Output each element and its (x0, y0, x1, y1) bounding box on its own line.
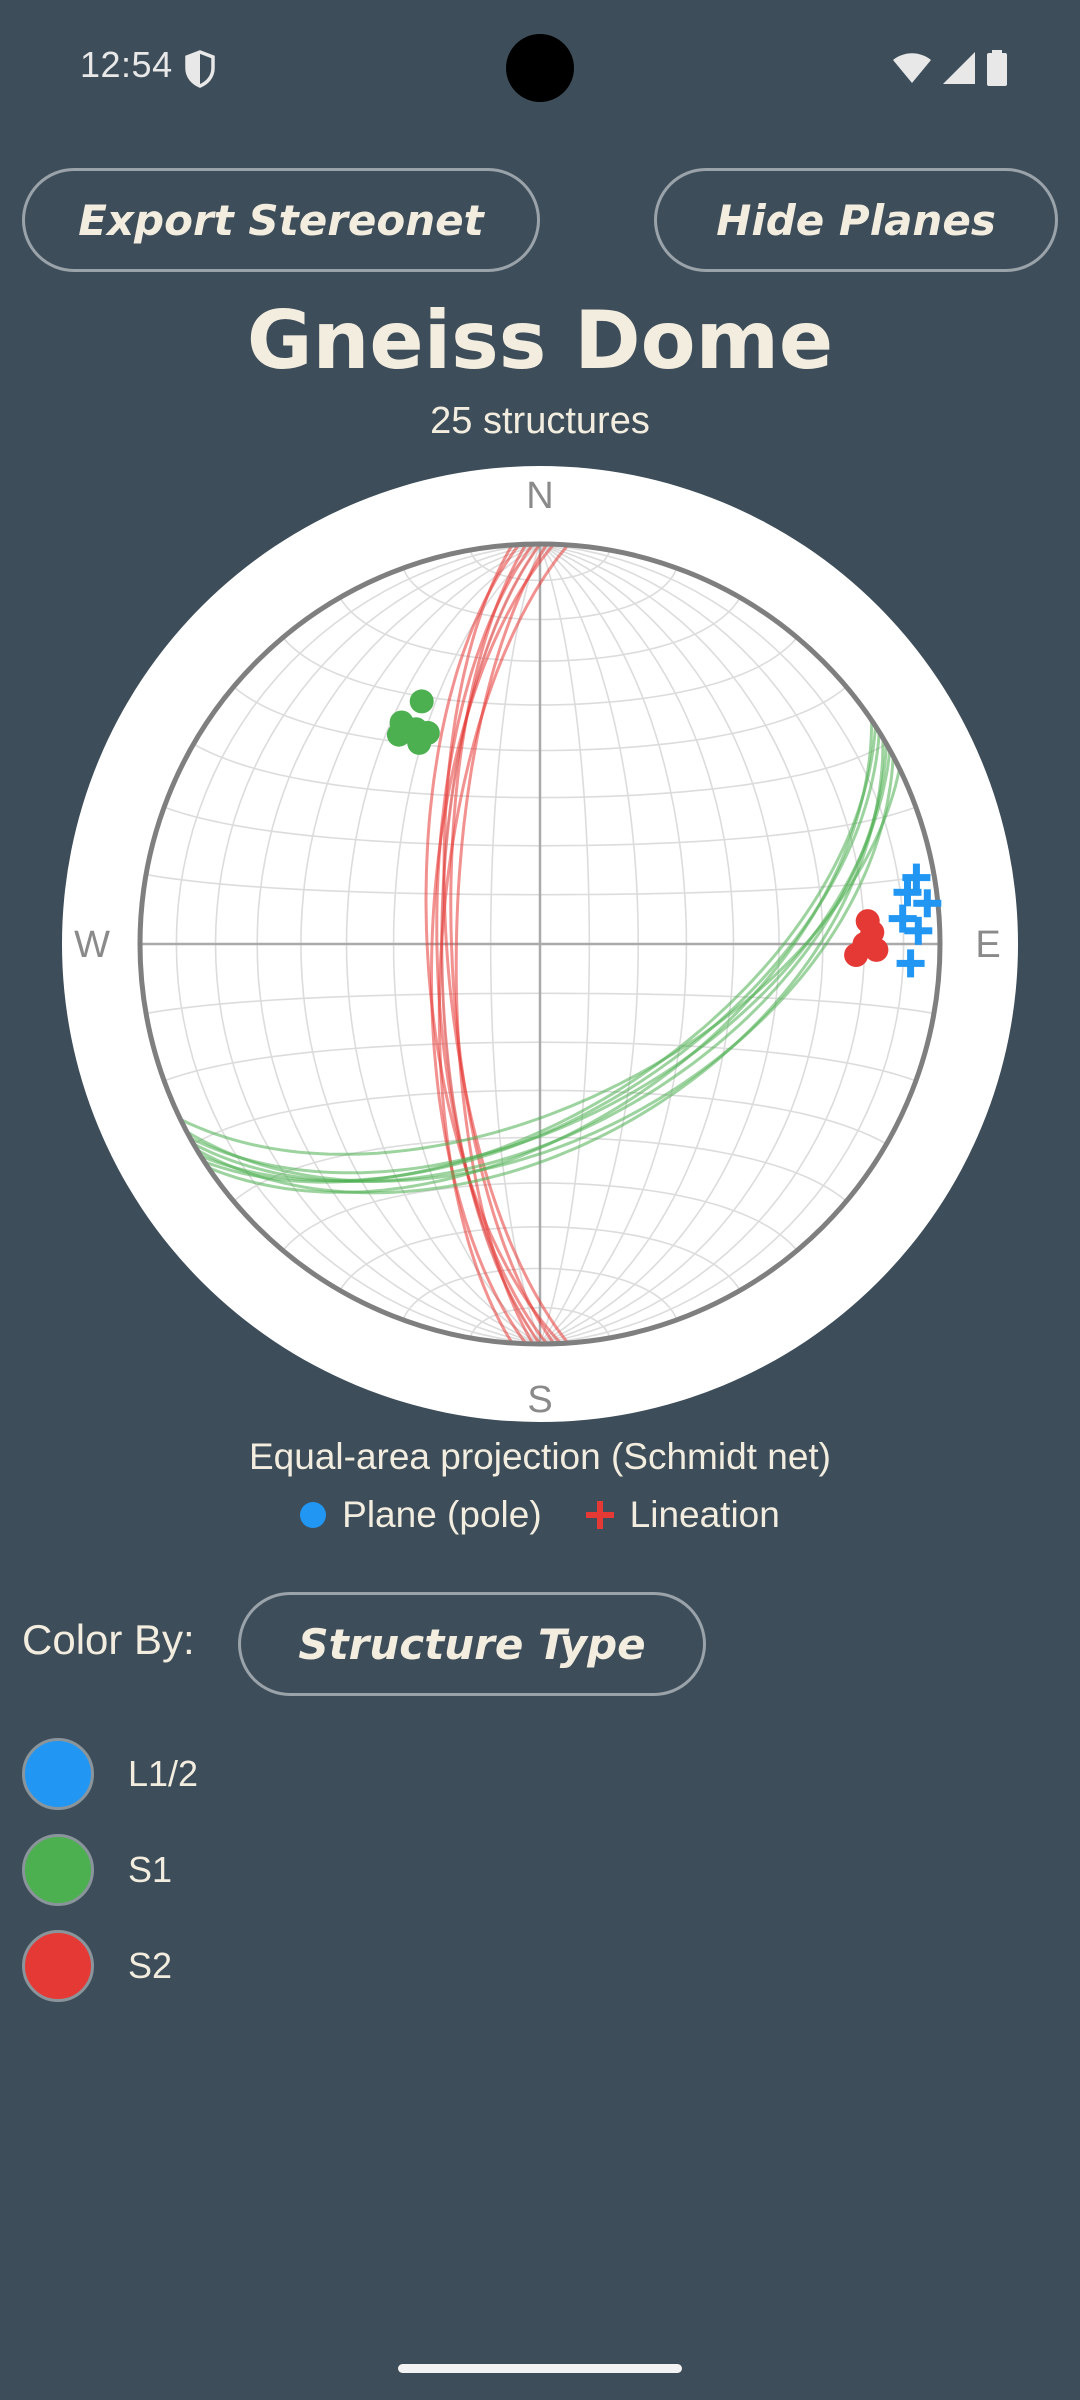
class-label: S1 (128, 1849, 173, 1890)
compass-north: N (526, 475, 553, 517)
s1-pole (407, 730, 432, 755)
class-label: L1/2 (128, 1753, 199, 1794)
export-stereonet-button[interactable]: Export Stereonet (22, 168, 540, 272)
color-swatch[interactable] (22, 1834, 94, 1906)
shield-icon (185, 50, 215, 88)
class-row-s2[interactable]: S2 (22, 1930, 198, 2002)
compass-east: E (975, 924, 1000, 966)
color-swatch[interactable] (22, 1738, 94, 1810)
status-bar: 12:54 (0, 0, 1080, 136)
s2-pole (855, 909, 880, 934)
s2-pole (864, 937, 889, 962)
compass-west: W (74, 924, 110, 966)
s1-pole (409, 689, 434, 714)
projection-caption: Equal-area projection (Schmidt net) (248, 1436, 831, 1477)
compass-south: S (527, 1379, 552, 1421)
status-time: 12:54 (80, 44, 173, 85)
color-by-selector[interactable]: Structure Type (238, 1592, 706, 1696)
class-row-l12[interactable]: L1/2 (22, 1738, 198, 1810)
legend-lineation: Lineation (585, 1494, 780, 1536)
legend-lineation-label: Lineation (629, 1494, 780, 1535)
legend-plane-label: Plane (pole) (342, 1494, 542, 1535)
wifi-icon (893, 53, 931, 83)
color-by-label: Color By: (22, 1616, 195, 1663)
stereonet-plot[interactable]: N S E W (62, 466, 1018, 1422)
lineation-cross-icon (585, 1501, 614, 1529)
class-label: S2 (128, 1945, 173, 1986)
structure-count: 25 structures (430, 400, 650, 442)
class-row-s1[interactable]: S1 (22, 1834, 198, 1906)
legend-plane: Plane (pole) (300, 1494, 542, 1536)
status-icons (892, 50, 1008, 86)
camera-cutout (506, 34, 574, 102)
battery-icon (987, 50, 1007, 86)
hide-planes-button[interactable]: Hide Planes (654, 168, 1058, 272)
home-indicator[interactable] (398, 2364, 682, 2373)
plot-legend: Plane (pole) Lineation (0, 1494, 1080, 1536)
color-class-list: L1/2 S1 S2 (22, 1738, 198, 2026)
page-title: Gneiss Dome (246, 294, 834, 387)
cell-signal-icon (943, 52, 975, 84)
color-swatch[interactable] (22, 1930, 94, 2002)
plane-pole-icon (300, 1502, 327, 1528)
s2-pole (844, 943, 869, 967)
